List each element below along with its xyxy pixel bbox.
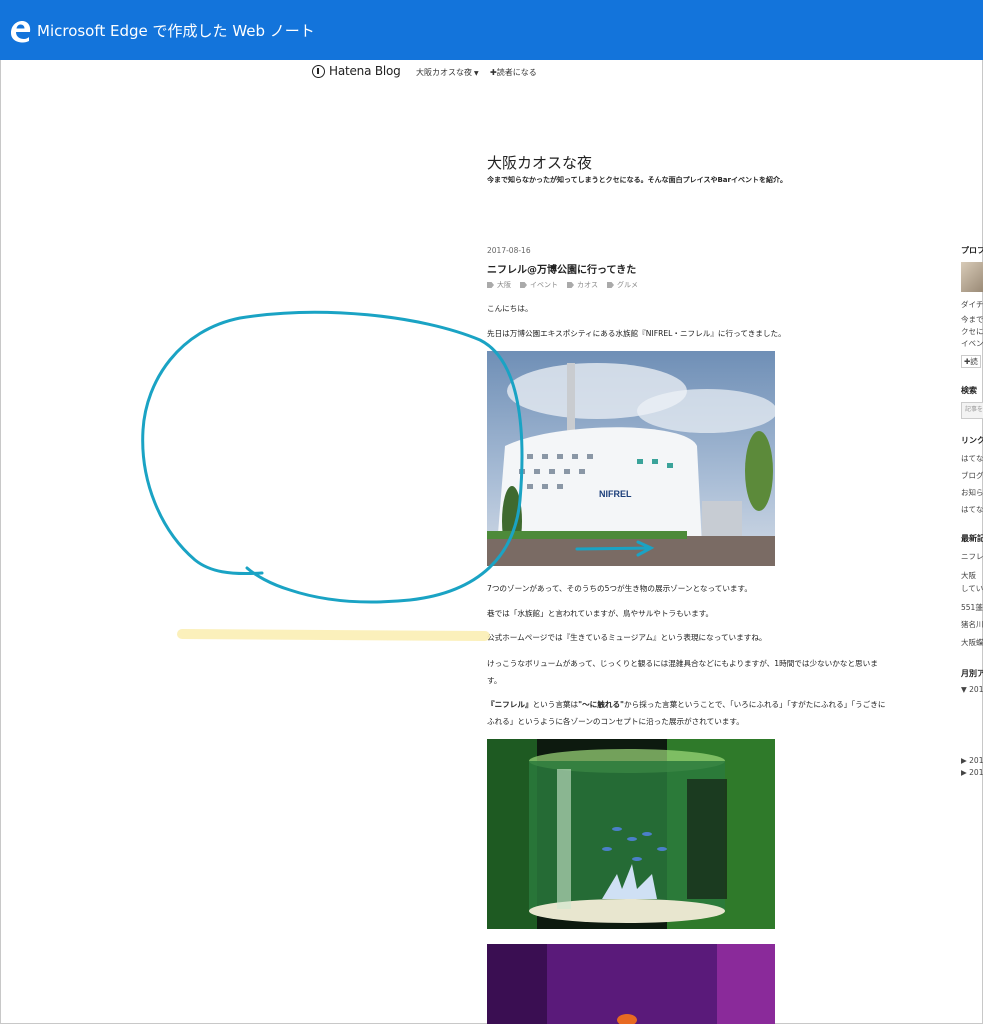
sidebar-link[interactable]: お知ら: [961, 487, 983, 498]
post-paragraph: けっこうなボリュームがあって、じっくりと観るには混雑具合などにもよりますが、1時…: [487, 659, 878, 685]
edge-webnote-bar: Microsoft Edge で作成した Web ノート: [0, 0, 983, 60]
tag-label: 大阪: [497, 281, 511, 289]
post-text: という言葉は: [532, 700, 579, 709]
sidebar-profile-bio: 今まで: [961, 315, 983, 324]
edge-note-title: Microsoft Edge で作成した Web ノート: [37, 22, 315, 40]
tag-label: グルメ: [617, 281, 638, 289]
plus-icon: ✚: [490, 68, 497, 77]
avatar[interactable]: [961, 262, 983, 292]
tag-icon: [520, 282, 527, 288]
tag-link[interactable]: カオス: [567, 280, 598, 290]
tag-icon: [567, 282, 574, 288]
blog-title[interactable]: 大阪カオスな夜: [487, 152, 592, 173]
post-paragraph: 先日は万博公園エキスポシティにある水族館『NIFREL・ニフレル』に行ってきまし…: [487, 329, 786, 338]
post-title[interactable]: ニフレル@万博公園に行ってきた: [487, 261, 636, 276]
post-image-aquarium: [487, 739, 775, 929]
sidebar-profile-bio: クセに: [961, 327, 983, 336]
subscribe-label: 読者になる: [496, 68, 537, 77]
hatena-blog-logo[interactable]: Hatena Blog: [312, 64, 401, 78]
hatena-logo-icon: [312, 64, 325, 78]
blog-menu-label: 大阪カオスな夜: [416, 68, 472, 77]
sidebar-archive-year[interactable]: ▼ 201: [961, 685, 983, 694]
blog-description: 今まで知らなかったが知ってしまうとクセになる。そんな面白プレイスやBarイベント…: [487, 176, 787, 184]
sidebar-heading-search: 検索: [961, 386, 977, 395]
post-image-purple: [487, 944, 775, 1024]
sidebar-recent-entry[interactable]: してい: [961, 583, 983, 594]
tag-icon: [487, 282, 494, 288]
sidebar-link[interactable]: はてな: [961, 453, 983, 464]
post-paragraph: 巷では「水族館」と言われていますが、鳥やサルやトラもいます。: [487, 609, 714, 618]
hatena-logo-text: Hatena Blog: [329, 64, 401, 78]
sidebar-recent-entry[interactable]: ニフレ: [961, 551, 983, 562]
tag-label: カオス: [577, 281, 598, 289]
sidebar-heading-recent: 最新記: [961, 534, 983, 543]
sidebar-recent-entry[interactable]: 大阪: [961, 570, 976, 581]
edge-logo-icon: [11, 21, 31, 43]
post-paragraph: 『ニフレル』という言葉は"〜に触れる"から採った言葉ということで、「いろにふれる…: [487, 696, 892, 730]
sidebar-link[interactable]: ブログ: [961, 470, 983, 481]
tag-label: イベント: [530, 281, 558, 289]
subscribe-button[interactable]: ✚読者になる: [490, 67, 537, 78]
sidebar-subscribe-label: 読: [970, 357, 978, 366]
sidebar-subscribe-button[interactable]: ✚読: [961, 355, 981, 368]
sidebar-heading-archive: 月別ア: [961, 669, 983, 678]
blog-menu-dropdown[interactable]: 大阪カオスな夜 ▼: [416, 67, 479, 78]
post-tags: 大阪 イベント カオス グルメ: [487, 280, 638, 290]
sidebar-recent-entry[interactable]: 551蓬: [961, 602, 983, 613]
sidebar-archive-year[interactable]: ▶ 201: [961, 768, 983, 777]
post-paragraph: 公式ホームページでは『生きているミュージアム』という表現になっていますね。: [487, 633, 767, 642]
tag-link[interactable]: グルメ: [607, 280, 638, 290]
sidebar-recent-entry[interactable]: 猪名川: [961, 619, 983, 630]
post-date[interactable]: 2017-08-16: [487, 246, 531, 255]
sidebar-link[interactable]: はてな: [961, 504, 983, 515]
sidebar-heading-links: リンク: [961, 436, 983, 445]
sidebar-profile-bio: イベン: [961, 339, 983, 348]
caret-down-icon: ▼: [474, 70, 479, 77]
sidebar-heading-profile: プロフ: [961, 246, 983, 255]
tag-link[interactable]: イベント: [520, 280, 558, 290]
tag-icon: [607, 282, 614, 288]
post-bold-text: "〜に触れる": [578, 700, 625, 709]
post-bold-text: 『ニフレル』: [487, 700, 533, 709]
post-image-building: NIFREL: [487, 351, 775, 566]
sidebar-profile-name[interactable]: ダイチ: [961, 299, 983, 310]
sidebar-archive-year[interactable]: ▶ 201: [961, 756, 983, 765]
sidebar-search-input[interactable]: 記事を: [961, 402, 983, 419]
post-paragraph: こんにちは。: [487, 304, 533, 313]
sidebar-recent-entry[interactable]: 大阪蝶: [961, 637, 983, 648]
tag-link[interactable]: 大阪: [487, 280, 511, 290]
post-paragraph: 7つのゾーンがあって、そのうちの5つが生き物の展示ゾーンとなっています。: [487, 584, 752, 593]
building-sign: NIFREL: [599, 489, 632, 499]
hatena-global-header: Hatena Blog 大阪カオスな夜 ▼ ✚読者になる: [0, 60, 983, 84]
